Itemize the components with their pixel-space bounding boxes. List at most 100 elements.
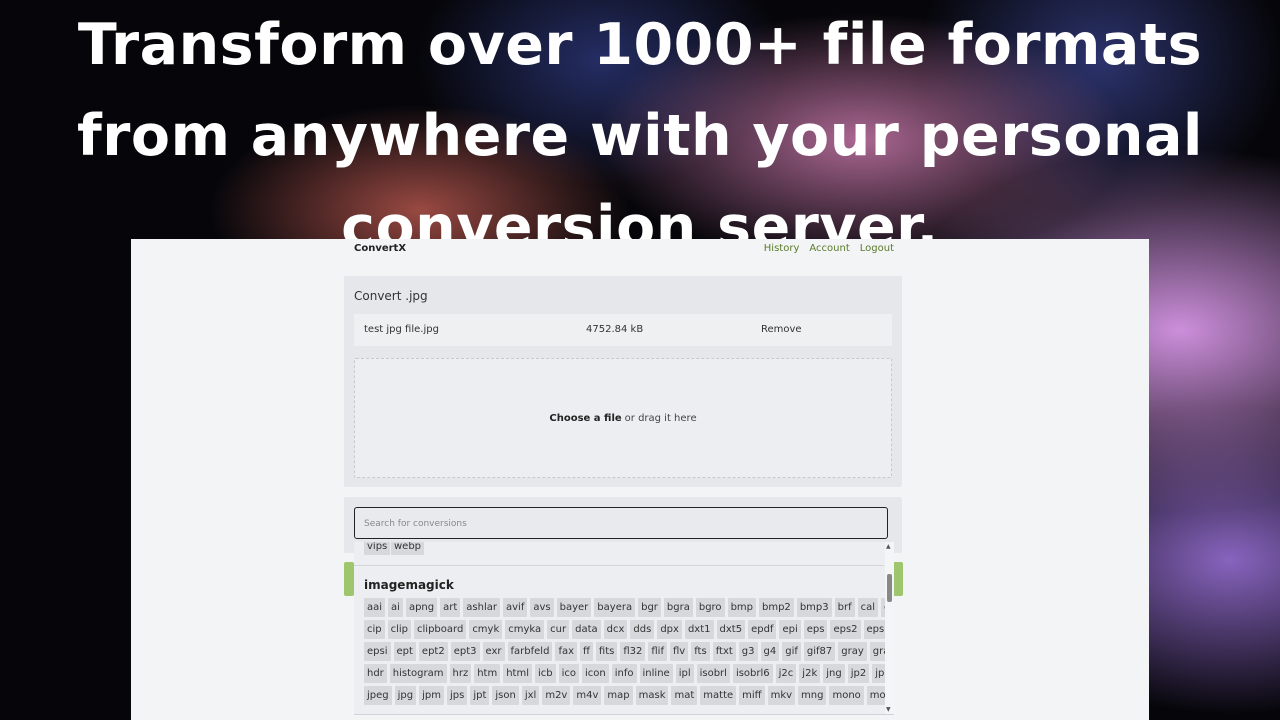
format-chip[interactable]: gif: [782, 642, 801, 661]
format-chip[interactable]: ftxt: [712, 642, 736, 661]
format-chip[interactable]: mono: [829, 686, 864, 705]
format-chip[interactable]: epdf: [748, 620, 777, 639]
format-chip[interactable]: fax: [555, 642, 578, 661]
format-chip[interactable]: gif87: [803, 642, 836, 661]
format-chip[interactable]: avs: [530, 598, 554, 617]
format-chip[interactable]: epi: [779, 620, 801, 639]
format-chip[interactable]: eps2: [830, 620, 861, 639]
format-chip[interactable]: inline: [639, 664, 673, 683]
format-chip[interactable]: j2k: [799, 664, 821, 683]
format-chip[interactable]: apng: [405, 598, 438, 617]
format-chip[interactable]: icb: [534, 664, 556, 683]
format-chip[interactable]: dpx: [657, 620, 682, 639]
format-chip[interactable]: histogram: [389, 664, 447, 683]
format-chip[interactable]: bgr: [638, 598, 661, 617]
format-chip[interactable]: webp: [391, 542, 425, 555]
format-chip[interactable]: flif: [648, 642, 667, 661]
format-chip[interactable]: epsi: [364, 642, 391, 661]
format-chip[interactable]: cmyk: [469, 620, 503, 639]
format-chip[interactable]: clip: [387, 620, 412, 639]
format-chip[interactable]: cmyka: [505, 620, 545, 639]
format-chip[interactable]: bgra: [663, 598, 693, 617]
format-chip[interactable]: data: [572, 620, 601, 639]
remove-file-button[interactable]: Remove: [761, 324, 802, 335]
format-chip[interactable]: flv: [669, 642, 689, 661]
format-chip[interactable]: aai: [364, 598, 386, 617]
file-dropzone[interactable]: Choose a file or drag it here: [354, 358, 892, 478]
format-chip[interactable]: exr: [482, 642, 505, 661]
format-chip[interactable]: cip: [364, 620, 385, 639]
format-chip[interactable]: farbfeld: [507, 642, 553, 661]
format-chip[interactable]: jxl: [521, 686, 540, 705]
format-chip[interactable]: eps: [803, 620, 828, 639]
format-chip[interactable]: jps: [447, 686, 468, 705]
choose-file-label[interactable]: Choose a file: [549, 413, 621, 424]
format-chip[interactable]: ept3: [450, 642, 480, 661]
dropdown-scrollbar[interactable]: ▲ ▼: [885, 542, 894, 714]
format-chip[interactable]: mask: [635, 686, 669, 705]
format-chip[interactable]: brf: [834, 598, 855, 617]
nav-history-link[interactable]: History: [764, 243, 800, 254]
format-chip[interactable]: ept2: [418, 642, 448, 661]
format-chip[interactable]: bmp3: [796, 598, 832, 617]
format-chip[interactable]: cur: [547, 620, 570, 639]
format-chip[interactable]: bmp: [727, 598, 756, 617]
format-chip[interactable]: bayer: [556, 598, 592, 617]
format-chip[interactable]: ico: [558, 664, 580, 683]
format-chip[interactable]: art: [440, 598, 461, 617]
format-chip[interactable]: ipl: [675, 664, 694, 683]
format-chip[interactable]: html: [503, 664, 532, 683]
format-chip[interactable]: g3: [738, 642, 758, 661]
format-chip[interactable]: dds: [630, 620, 655, 639]
search-conversions-input[interactable]: Search for conversions: [354, 507, 888, 539]
nav-account-link[interactable]: Account: [809, 243, 849, 254]
format-chip[interactable]: icon: [582, 664, 609, 683]
format-chip[interactable]: bayera: [594, 598, 636, 617]
format-chip[interactable]: clipboard: [414, 620, 467, 639]
format-chip[interactable]: j2c: [775, 664, 797, 683]
format-chip[interactable]: matte: [700, 686, 737, 705]
format-chip[interactable]: hrz: [449, 664, 472, 683]
format-chip[interactable]: jp2: [847, 664, 870, 683]
format-chip[interactable]: avif: [503, 598, 528, 617]
format-chip[interactable]: jpm: [419, 686, 444, 705]
format-chip[interactable]: m2v: [542, 686, 571, 705]
nav-logout-link[interactable]: Logout: [860, 243, 894, 254]
scroll-up-arrow-icon[interactable]: ▲: [886, 543, 891, 550]
format-chip[interactable]: mkv: [767, 686, 796, 705]
format-chip[interactable]: vips: [364, 542, 391, 555]
format-chip[interactable]: ashlar: [463, 598, 500, 617]
format-chip[interactable]: miff: [739, 686, 765, 705]
format-chip[interactable]: gray: [838, 642, 867, 661]
format-chip[interactable]: jpeg: [364, 686, 392, 705]
format-chip[interactable]: jpg: [394, 686, 417, 705]
convert-button-right-edge[interactable]: [893, 562, 903, 596]
format-chip[interactable]: ai: [388, 598, 403, 617]
format-chip[interactable]: map: [604, 686, 633, 705]
format-chip[interactable]: fl32: [620, 642, 646, 661]
format-chip[interactable]: ept: [393, 642, 416, 661]
format-chip[interactable]: dcx: [603, 620, 628, 639]
convert-button-left-edge[interactable]: [344, 562, 354, 596]
brand-logo[interactable]: ConvertX: [354, 243, 406, 254]
format-chip[interactable]: fts: [691, 642, 710, 661]
format-chip[interactable]: cal: [857, 598, 879, 617]
format-chip[interactable]: mng: [798, 686, 827, 705]
format-chip[interactable]: json: [492, 686, 519, 705]
format-chip[interactable]: dxt1: [684, 620, 714, 639]
format-chip[interactable]: mat: [671, 686, 698, 705]
format-chip[interactable]: g4: [760, 642, 780, 661]
format-chip[interactable]: bgro: [695, 598, 725, 617]
format-chip[interactable]: ff: [580, 642, 593, 661]
format-chip[interactable]: jng: [823, 664, 845, 683]
scroll-down-arrow-icon[interactable]: ▼: [886, 706, 891, 713]
format-chip[interactable]: isobrl: [696, 664, 730, 683]
format-chip[interactable]: info: [611, 664, 637, 683]
format-chip[interactable]: hdr: [364, 664, 387, 683]
format-chip[interactable]: bmp2: [759, 598, 794, 617]
format-chip[interactable]: isobrl6: [732, 664, 773, 683]
format-chip[interactable]: jpt: [470, 686, 490, 705]
format-chip[interactable]: htm: [474, 664, 501, 683]
scroll-thumb[interactable]: [887, 574, 892, 602]
format-chip[interactable]: dxt5: [716, 620, 746, 639]
